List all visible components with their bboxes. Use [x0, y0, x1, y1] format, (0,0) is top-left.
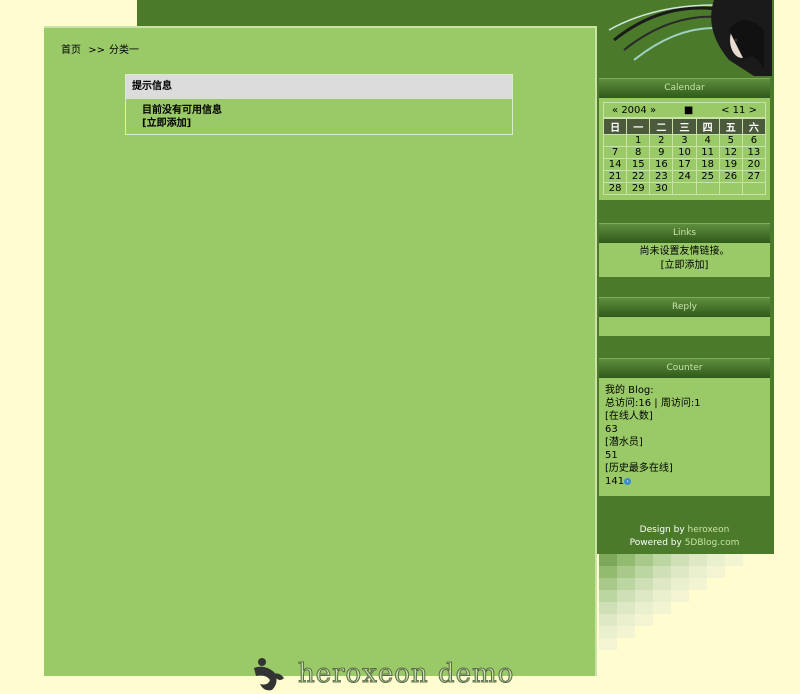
counter-my-blog: 我的 Blog: [605, 385, 654, 396]
calendar-day: 21 [602, 170, 628, 183]
next-month-button[interactable]: > [749, 105, 757, 116]
calendar-nav: « 2004 » ■ < 11 > [603, 102, 766, 118]
counter-max-value: 141 [605, 476, 625, 487]
prev-month-button[interactable]: < [721, 105, 729, 116]
counter-header: Counter [599, 358, 770, 378]
footer-design-prefix: Design by [639, 525, 685, 535]
footer: Design by heroxeon Powered by 5DBlog.com [599, 524, 770, 550]
heroxeon-logo: heroxeon demo [254, 658, 514, 691]
notice-box: 提示信息 目前没有可用信息 [立即添加] [125, 74, 513, 135]
weekday-header: 三 [672, 118, 697, 135]
counter-visits: 总访问:16 | 周访问:1 [605, 398, 701, 409]
counter-max-label: [历史最多在线] [605, 463, 673, 474]
calendar-day: 15 [626, 158, 651, 171]
next-year-button[interactable]: » [650, 105, 656, 116]
links-panel: 尚未设置友情链接。 [立即添加] [599, 243, 770, 277]
breadcrumb-home-link[interactable]: 首页 [61, 45, 81, 56]
arrow-right-icon[interactable]: › [624, 477, 632, 485]
header-portrait-image [604, 0, 772, 76]
calendar-day: 3 [672, 134, 697, 147]
calendar-day [672, 182, 697, 195]
calendar-month: 11 [732, 104, 746, 116]
calendar-day: 13 [741, 146, 767, 159]
calendar-day: 18 [695, 158, 720, 171]
notice-add-link[interactable]: [立即添加] [142, 117, 512, 130]
weekday-header: 一 [626, 118, 651, 135]
calendar-day: 16 [649, 158, 674, 171]
links-empty-text: 尚未设置友情链接。 [639, 246, 730, 257]
counter-lurkers-value: 51 [605, 450, 618, 461]
reply-header: Reply [599, 297, 770, 317]
calendar-day: 19 [718, 158, 743, 171]
calendar-day: 2 [649, 134, 674, 147]
footer-powered-link[interactable]: 5DBlog.com [685, 538, 740, 548]
breadcrumb-separator: >> [88, 45, 105, 56]
calendar-day: 8 [626, 146, 651, 159]
calendar-day: 17 [672, 158, 697, 171]
calendar-day: 28 [602, 182, 628, 195]
calendar-day: 26 [718, 170, 743, 183]
reply-panel [599, 317, 770, 336]
calendar-day: 30 [649, 182, 674, 195]
calendar-day: 4 [695, 134, 720, 147]
calendar-day: 9 [649, 146, 674, 159]
counter-panel: 我的 Blog: 总访问:16 | 周访问:1 [在线人数] 63 [潜水员] … [599, 378, 770, 496]
calendar-day [741, 182, 767, 195]
calendar-day: 23 [649, 170, 674, 183]
calendar-day: 14 [602, 158, 628, 171]
calendar-day: 5 [718, 134, 743, 147]
calendar-panel: « 2004 » ■ < 11 > 日 一 二 三 四 五 六 1 2 3 4 … [599, 98, 770, 200]
breadcrumb-current[interactable]: 分类一 [109, 45, 139, 56]
weekday-header: 六 [741, 118, 767, 135]
notice-title: 提示信息 [126, 75, 512, 99]
calendar-day: 6 [741, 134, 767, 147]
calendar-day: 29 [626, 182, 651, 195]
logo-text: heroxeon demo [298, 659, 514, 689]
weekday-header: 四 [695, 118, 720, 135]
footer-designer-link[interactable]: heroxeon [688, 525, 730, 535]
calendar-day [718, 182, 743, 195]
today-button[interactable]: ■ [684, 105, 693, 116]
counter-online-value: 63 [605, 424, 618, 435]
notice-message: 目前没有可用信息 [142, 105, 222, 116]
counter-online-label: [在线人数] [605, 411, 653, 422]
calendar-day: 27 [741, 170, 767, 183]
prev-year-button[interactable]: « [612, 105, 618, 116]
calendar-day [602, 134, 628, 147]
calendar-year: 2004 [621, 104, 647, 116]
weekday-header: 二 [649, 118, 674, 135]
calendar-day: 22 [626, 170, 651, 183]
footer-powered-prefix: Powered by [629, 538, 682, 548]
calendar-day: 11 [695, 146, 720, 159]
calendar-day [695, 182, 720, 195]
links-add-link[interactable]: [立即添加] [599, 259, 770, 273]
calendar-day: 25 [695, 170, 720, 183]
calendar-grid: 日 一 二 三 四 五 六 1 2 3 4 5 6 7 8 9 10 11 12… [602, 118, 767, 195]
calendar-header: Calendar [599, 78, 770, 98]
calendar-day: 12 [718, 146, 743, 159]
calendar-day: 10 [672, 146, 697, 159]
counter-lurkers-label: [潜水员] [605, 437, 643, 448]
links-header: Links [599, 223, 770, 243]
weekday-header: 五 [718, 118, 743, 135]
calendar-day: 24 [672, 170, 697, 183]
calendar-day: 7 [602, 146, 628, 159]
calendar-day: 1 [626, 134, 651, 147]
weekday-header: 日 [602, 118, 628, 135]
calendar-day: 20 [741, 158, 767, 171]
breadcrumb: 首页 >> 分类一 [61, 41, 143, 56]
